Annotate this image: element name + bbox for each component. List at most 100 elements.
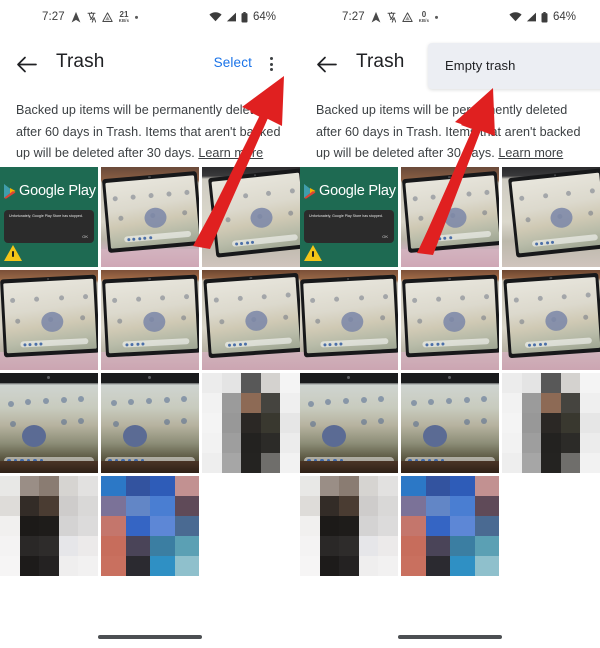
back-arrow-icon[interactable] [12, 50, 40, 78]
page-title: Trash [56, 51, 105, 72]
wallpaper-circle [422, 425, 447, 447]
photo-thumbnail[interactable] [202, 373, 300, 473]
laptop-closeup-thumbnail [101, 373, 199, 473]
laptop-bezel [300, 274, 398, 358]
laptop-bezel [208, 168, 300, 258]
photo-grid-row [300, 476, 600, 576]
laptop-bezel [203, 272, 300, 359]
drive-icon [402, 11, 413, 22]
network-speed-icon: 0 KB/s [418, 10, 430, 23]
signal-icon [226, 12, 237, 22]
photo-thumbnail[interactable] [300, 373, 398, 473]
wallpaper-circle [21, 425, 46, 447]
laptop-screen [211, 172, 300, 254]
photo-thumbnail[interactable] [401, 270, 499, 370]
empty-trash-menu-item[interactable]: Empty trash [445, 58, 515, 73]
photo-thumbnail[interactable] [300, 270, 398, 370]
wallpaper-circle [142, 310, 166, 332]
photo-grid-row: Google Play Unfortunately, Google Play S… [300, 167, 600, 267]
photo-thumbnail[interactable] [401, 167, 499, 267]
laptop-bezel [0, 274, 98, 358]
photo-thumbnail[interactable] [101, 476, 199, 576]
launcher-icon-row [10, 293, 89, 304]
status-bar-right-group: 64% [509, 11, 576, 23]
photo-thumbnail[interactable]: Google Play Unfortunately, Google Play S… [0, 167, 98, 267]
photo-grid-left: Google Play Unfortunately, Google Play S… [0, 167, 300, 579]
photo-thumbnail[interactable] [101, 167, 199, 267]
overflow-menu-button[interactable] [261, 52, 281, 76]
photo-thumbnail[interactable] [101, 373, 199, 473]
status-bar-left-group: 7:27 21 KB/s [42, 10, 139, 23]
play-logo-icon [3, 183, 17, 199]
play-store-title: Google Play [19, 183, 96, 199]
photo-thumbnail[interactable] [401, 476, 499, 576]
error-dialog: Unfortunately, Google Play Store has sto… [4, 210, 94, 243]
wallpaper-circle [544, 310, 568, 332]
photo-grid-row [0, 373, 300, 473]
carpet-backdrop [0, 461, 98, 473]
laptop-photo-thumbnail [202, 167, 300, 267]
wallpaper-circle [40, 310, 64, 332]
laptop-bezel [401, 171, 499, 253]
battery-icon [541, 11, 548, 23]
launcher-icon-row [112, 294, 190, 304]
chromeos-shelf [122, 338, 190, 348]
photo-thumbnail[interactable] [401, 373, 499, 473]
wallpaper-circle [321, 425, 346, 447]
chromeos-shelf [20, 338, 89, 348]
laptop-screen [105, 174, 199, 249]
laptop-screen [405, 174, 499, 249]
play-logo-icon [303, 183, 317, 199]
network-speed-unit: KB/s [418, 17, 430, 23]
laptop-screen [303, 278, 397, 354]
photo-thumbnail[interactable] [0, 270, 98, 370]
laptop-closeup-thumbnail [0, 373, 98, 473]
wallpaper-circle [549, 207, 574, 230]
laptop-screen [206, 276, 300, 355]
error-dialog-text: Unfortunately, Google Play Store has sto… [309, 214, 383, 218]
launcher-icon-row [412, 294, 490, 304]
learn-more-link[interactable]: Learn more [198, 146, 263, 160]
photo-grid-empty-cell [202, 476, 300, 576]
laptop-screen [105, 278, 198, 354]
photo-grid-right: Google Play Unfortunately, Google Play S… [300, 167, 600, 579]
screenshot-stage: 7:27 21 KB/s 64% Trash Select Backed up … [0, 0, 600, 648]
photo-thumbnail[interactable] [502, 167, 600, 267]
laptop-closeup-thumbnail [300, 373, 398, 473]
laptop-photo-thumbnail [202, 270, 300, 370]
photo-thumbnail[interactable] [101, 270, 199, 370]
learn-more-link[interactable]: Learn more [498, 146, 563, 160]
navigation-icon [71, 11, 81, 23]
drive-icon [102, 11, 113, 22]
play-store-error-thumbnail: Google Play Unfortunately, Google Play S… [300, 167, 398, 267]
photo-thumbnail[interactable] [202, 167, 300, 267]
wifi-icon [209, 12, 222, 22]
photo-thumbnail[interactable] [502, 373, 600, 473]
launcher-icon-row [213, 292, 291, 303]
play-store-error-thumbnail: Google Play Unfortunately, Google Play S… [0, 167, 98, 267]
launcher-icon-row [412, 189, 490, 202]
back-arrow-icon[interactable] [312, 50, 340, 78]
laptop-screen [511, 172, 600, 254]
warning-bang-icon [312, 251, 314, 257]
photo-grid-row [300, 373, 600, 473]
photo-thumbnail[interactable] [300, 476, 398, 576]
error-dialog-text: Unfortunately, Google Play Store has sto… [9, 214, 83, 218]
wallpaper-circle [244, 310, 268, 332]
gesture-nav-pill[interactable] [398, 635, 502, 639]
photo-thumbnail[interactable] [0, 476, 98, 576]
network-speed-unit: KB/s [118, 17, 130, 23]
laptop-photo-thumbnail [502, 167, 600, 267]
battery-percent: 64% [252, 11, 276, 23]
laptop-photo-thumbnail [101, 270, 199, 370]
photo-thumbnail[interactable]: Google Play Unfortunately, Google Play S… [300, 167, 398, 267]
status-bar-left: 7:27 21 KB/s 64% [0, 0, 300, 34]
photo-grid-empty-cell [502, 476, 600, 576]
photo-thumbnail[interactable] [202, 270, 300, 370]
photo-thumbnail[interactable] [502, 270, 600, 370]
play-store-title: Google Play [319, 183, 396, 199]
select-button[interactable]: Select [214, 55, 252, 70]
error-dialog: Unfortunately, Google Play Store has sto… [304, 210, 394, 243]
gesture-nav-pill[interactable] [98, 635, 202, 639]
photo-thumbnail[interactable] [0, 373, 98, 473]
